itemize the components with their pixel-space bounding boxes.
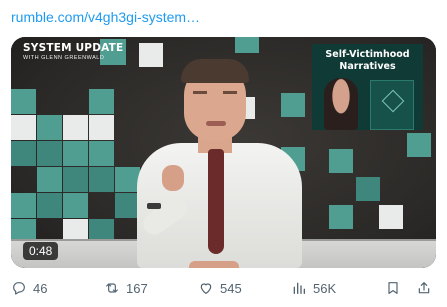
- repost-button[interactable]: 167: [104, 277, 148, 299]
- heart-icon: [200, 283, 212, 294]
- like-count: 545: [220, 280, 242, 296]
- wall-tile: [235, 37, 259, 53]
- wall-tile: [37, 193, 62, 218]
- like-button[interactable]: 545: [198, 277, 242, 299]
- wall-tile: [89, 167, 114, 192]
- wall-tile: [329, 149, 353, 173]
- view-count: 56K: [313, 280, 337, 296]
- wall-tile: [63, 141, 88, 166]
- wall-tile: [37, 141, 62, 166]
- views-button[interactable]: 56K: [291, 277, 336, 299]
- wall-tile: [329, 205, 353, 229]
- wall-tile: [407, 133, 431, 157]
- inset-title-line: Self-Victimhood: [325, 49, 410, 60]
- wall-tile: [89, 141, 114, 166]
- repost-count: 167: [126, 280, 148, 296]
- hand: [189, 261, 239, 268]
- wall-tile: [63, 193, 88, 218]
- reply-icon: [13, 282, 25, 295]
- bookmark-icon: [388, 282, 398, 294]
- reply-button[interactable]: 46: [11, 277, 47, 299]
- card-link[interactable]: rumble.com/v4gh3gi-system…: [11, 9, 200, 25]
- video-duration-badge: 0:48: [23, 242, 59, 260]
- inset-title-line: Narratives: [339, 61, 396, 72]
- book-emblem: [381, 89, 405, 113]
- wall-tile: [356, 177, 380, 201]
- reply-count: 46: [33, 280, 48, 296]
- share-icon: [418, 282, 430, 294]
- wall-tile: [11, 141, 36, 166]
- mouth: [206, 121, 226, 126]
- inset-portrait: [324, 78, 358, 130]
- bar-chart-icon: [293, 282, 305, 294]
- wall-tile: [63, 115, 88, 140]
- necktie: [208, 149, 224, 254]
- wall-tile: [11, 115, 36, 140]
- wall-tile: [11, 89, 36, 114]
- show-logo-title: SYSTEM UPDATE: [23, 42, 124, 54]
- inset-graphic: Self-Victimhood Narratives: [312, 44, 423, 130]
- wall-tile: [11, 193, 36, 218]
- show-logo: SYSTEM UPDATE WITH GLENN GREENWALD: [23, 43, 123, 62]
- wall-tile: [89, 115, 114, 140]
- inset-book-cover: [370, 80, 414, 130]
- share-button[interactable]: [416, 277, 432, 299]
- video-player[interactable]: SYSTEM UPDATE WITH GLENN GREENWALD Self-…: [11, 37, 436, 268]
- hand: [162, 165, 184, 191]
- eyebrow: [223, 91, 237, 94]
- wall-tile: [37, 167, 62, 192]
- presenter: [129, 57, 309, 268]
- inset-title: Self-Victimhood Narratives: [312, 49, 423, 73]
- wall-tile: [89, 89, 114, 114]
- wall-tile: [379, 205, 403, 229]
- wall-tile: [63, 167, 88, 192]
- eyebrow: [193, 91, 207, 94]
- wristwatch: [147, 203, 161, 209]
- show-logo-subtitle: WITH GLENN GREENWALD: [23, 55, 105, 61]
- hair: [181, 59, 249, 83]
- wall-tile: [37, 115, 62, 140]
- tweet-actions: 46 167 545 56K: [0, 277, 447, 299]
- bookmark-button[interactable]: [385, 277, 401, 299]
- repost-icon: [106, 283, 118, 293]
